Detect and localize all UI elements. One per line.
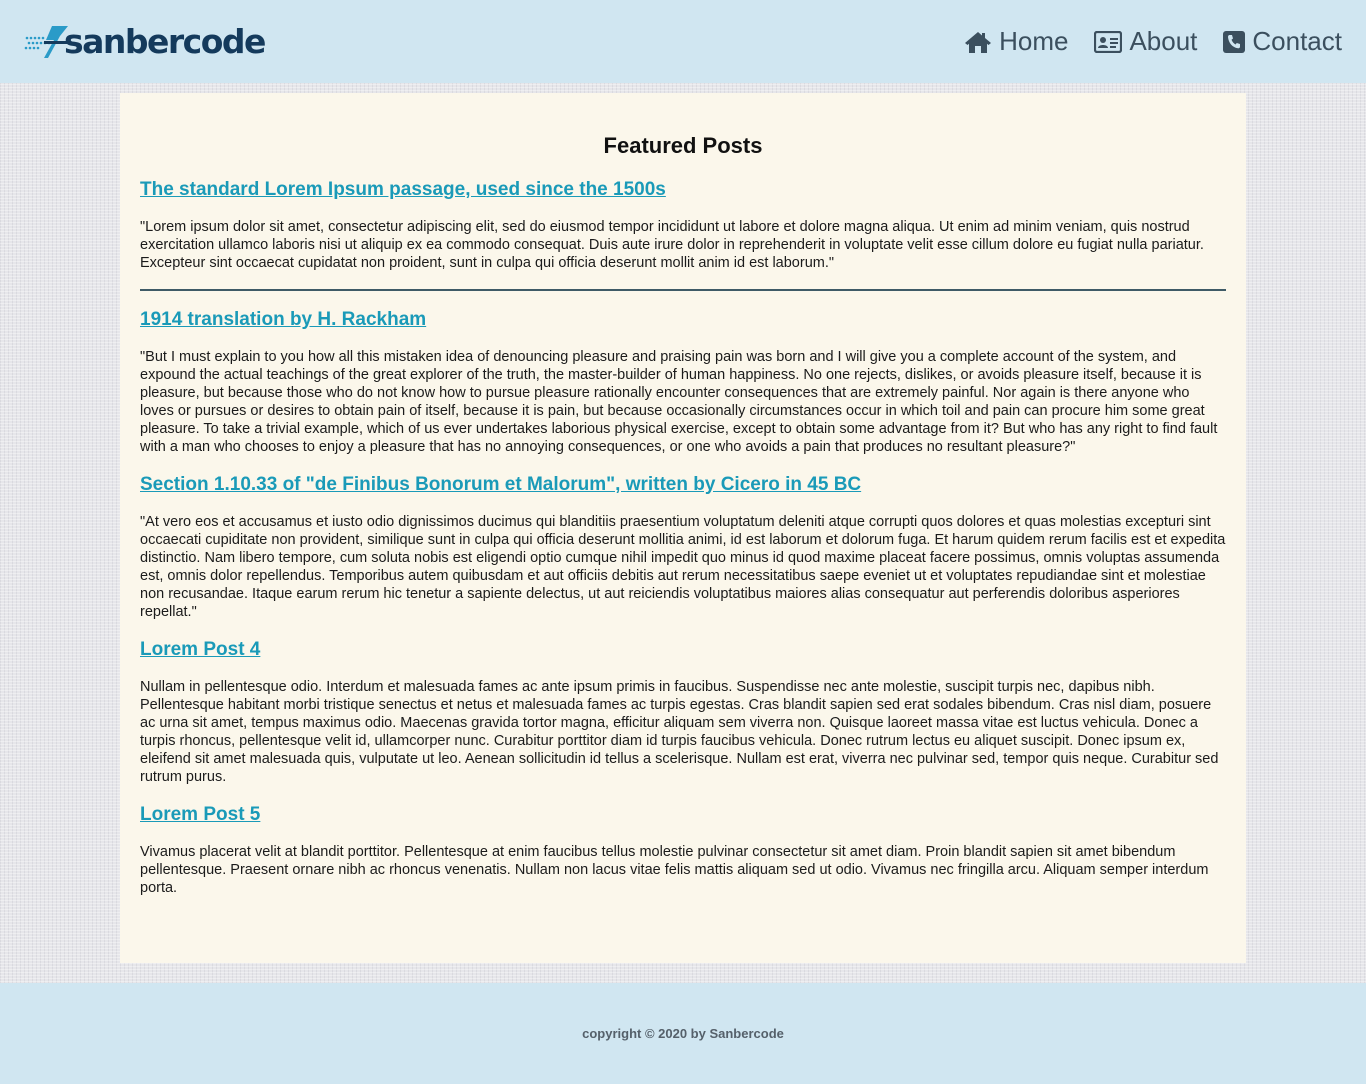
phone-icon xyxy=(1223,30,1246,53)
post-title-link[interactable]: The standard Lorem Ipsum passage, used s… xyxy=(140,179,666,201)
site-footer: copyright © 2020 by Sanbercode xyxy=(0,983,1366,1084)
post: The standard Lorem Ipsum passage, used s… xyxy=(140,179,1226,272)
post-body: "At vero eos et accusamus et iusto odio … xyxy=(140,514,1226,620)
logo[interactable]: sanbercode xyxy=(24,22,266,62)
post-title-link[interactable]: Section 1.10.33 of "de Finibus Bonorum e… xyxy=(140,474,861,496)
content-panel: Featured Posts The standard Lorem Ipsum … xyxy=(120,93,1246,963)
post-title-link[interactable]: 1914 translation by H. Rackham xyxy=(140,309,426,331)
nav-home-label: Home xyxy=(999,26,1069,56)
nav-contact-label: Contact xyxy=(1252,26,1342,56)
post: Lorem Post 5 Vivamus placerat velit at b… xyxy=(140,804,1226,897)
page-title: Featured Posts xyxy=(603,133,763,158)
site-header: sanbercode Home About Contact xyxy=(0,0,1366,83)
post: Section 1.10.33 of "de Finibus Bonorum e… xyxy=(140,474,1226,621)
post-title-link[interactable]: Lorem Post 5 xyxy=(140,804,260,826)
home-icon xyxy=(965,31,992,53)
post: Lorem Post 4 Nullam in pellentesque odio… xyxy=(140,639,1226,786)
post-body: "But I must explain to you how all this … xyxy=(140,349,1218,455)
post-body: Nullam in pellentesque odio. Interdum et… xyxy=(140,679,1219,785)
main-nav: Home About Contact xyxy=(964,26,1342,57)
post-body: Vivamus placerat velit at blandit portti… xyxy=(140,844,1209,896)
nav-about-label: About xyxy=(1129,26,1198,56)
nav-home[interactable]: Home xyxy=(964,26,1068,57)
copyright-text: copyright © 2020 by Sanbercode xyxy=(582,1026,784,1041)
post: 1914 translation by H. Rackham "But I mu… xyxy=(140,309,1226,456)
post-title-link[interactable]: Lorem Post 4 xyxy=(140,639,260,661)
post-body: "Lorem ipsum dolor sit amet, consectetur… xyxy=(140,219,1204,271)
id-card-icon xyxy=(1094,30,1123,53)
nav-about[interactable]: About xyxy=(1094,26,1197,57)
nav-contact[interactable]: Contact xyxy=(1223,26,1342,57)
logo-text: sanbercode xyxy=(64,22,266,61)
divider xyxy=(140,289,1226,291)
